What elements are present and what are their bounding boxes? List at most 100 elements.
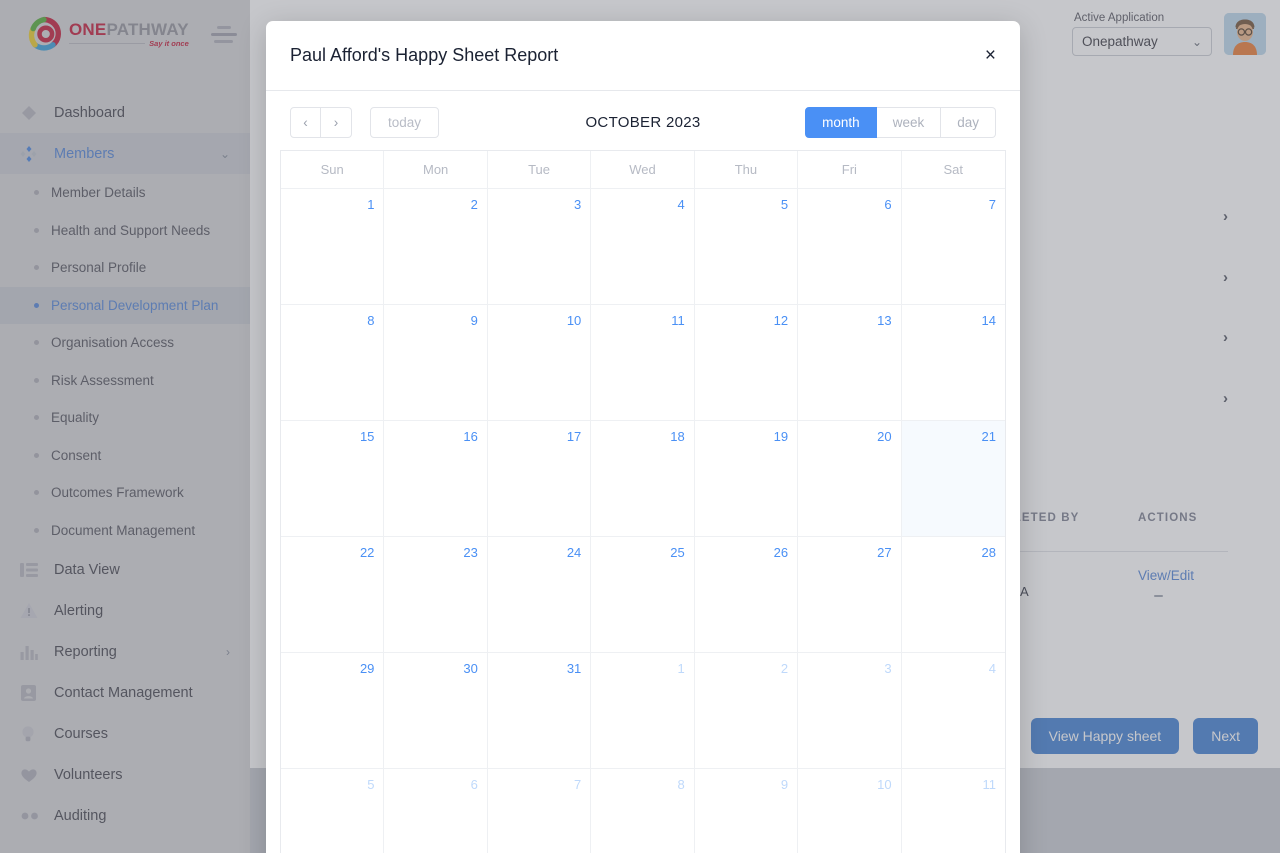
calendar-day-number: 14 xyxy=(981,313,996,328)
calendar-day-cell[interactable]: 15 xyxy=(281,421,385,536)
calendar-day-cell[interactable]: 2 xyxy=(695,653,799,768)
calendar-day-number: 4 xyxy=(988,661,996,676)
calendar-day-cell[interactable]: 5 xyxy=(281,769,385,853)
view-day-button[interactable]: day xyxy=(941,107,996,138)
calendar-day-cell[interactable]: 6 xyxy=(384,769,488,853)
day-header-wed: Wed xyxy=(591,151,695,188)
calendar-day-cell[interactable]: 12 xyxy=(695,305,799,420)
calendar-day-cell[interactable]: 3 xyxy=(798,653,902,768)
calendar-day-number: 7 xyxy=(988,197,996,212)
calendar-day-number: 13 xyxy=(877,313,892,328)
day-header-sat: Sat xyxy=(943,162,964,177)
calendar-day-number: 3 xyxy=(884,661,892,676)
calendar-day-number: 6 xyxy=(470,777,478,792)
calendar-day-number: 16 xyxy=(463,429,478,444)
calendar-day-cell[interactable]: 14 xyxy=(902,305,1005,420)
calendar-day-cell[interactable]: 18 xyxy=(591,421,695,536)
calendar-week-row: 8 9 10 11 12 13 14 xyxy=(281,304,1005,420)
calendar-day-cell[interactable]: 17 xyxy=(488,421,592,536)
calendar-day-number: 5 xyxy=(367,777,375,792)
calendar-day-cell[interactable]: 5 xyxy=(695,189,799,304)
day-header-tue: Tue xyxy=(488,151,592,188)
calendar-week-row: 29 30 31 1 2 3 4 xyxy=(281,652,1005,768)
modal-header: Paul Afford's Happy Sheet Report × xyxy=(266,21,1020,91)
calendar-day-number: 17 xyxy=(566,429,582,444)
calendar-day-cell[interactable]: 2 xyxy=(384,189,488,304)
calendar-day-number: 22 xyxy=(359,545,375,560)
calendar-day-number: 5 xyxy=(780,197,789,212)
calendar-day-number: 2 xyxy=(780,661,789,676)
calendar-day-number: 25 xyxy=(670,545,685,560)
calendar-day-cell[interactable]: 30 xyxy=(384,653,488,768)
calendar-day-cell[interactable]: 1 xyxy=(591,653,695,768)
calendar-day-cell[interactable]: 10 xyxy=(798,769,902,853)
calendar-day-number: 11 xyxy=(982,777,997,792)
calendar-day-cell[interactable]: 9 xyxy=(384,305,488,420)
calendar-day-number: 10 xyxy=(566,313,582,328)
calendar-day-cell[interactable]: 8 xyxy=(281,305,385,420)
calendar-weeks: 1 2 3 4 5 6 7 8 9 10 11 12 13 14 15 16 17 18 19 20 21 22 23 24 2… xyxy=(281,188,1005,853)
calendar-day-number: 15 xyxy=(359,429,375,444)
calendar-day-cell[interactable]: 27 xyxy=(798,537,902,652)
today-button[interactable]: today xyxy=(370,107,440,138)
calendar-day-cell[interactable]: 10 xyxy=(488,305,592,420)
calendar-day-cell[interactable]: 25 xyxy=(591,537,695,652)
calendar-day-cell[interactable]: 19 xyxy=(695,421,799,536)
calendar-day-number: 10 xyxy=(877,777,892,792)
calendar-day-number: 8 xyxy=(367,313,375,328)
modal-title: Paul Afford's Happy Sheet Report xyxy=(290,45,559,65)
calendar-day-cell[interactable]: 11 xyxy=(591,305,695,420)
calendar-day-cell[interactable]: 20 xyxy=(798,421,902,536)
calendar-day-number: 21 xyxy=(981,429,996,444)
view-month-button[interactable]: month xyxy=(805,107,877,138)
calendar-day-cell[interactable]: 7 xyxy=(488,769,592,853)
day-header-thu: Thu xyxy=(695,151,799,188)
calendar-day-number: 30 xyxy=(463,661,478,676)
calendar-day-number: 19 xyxy=(773,429,789,444)
view-week-button[interactable]: week xyxy=(876,107,942,138)
calendar-day-cell[interactable]: 26 xyxy=(695,537,799,652)
calendar-day-cell[interactable]: 11 xyxy=(902,769,1005,853)
day-header-fri: Fri xyxy=(798,151,902,188)
calendar-day-cell[interactable]: 6 xyxy=(798,189,902,304)
calendar-day-cell[interactable]: 4 xyxy=(591,189,695,304)
calendar-day-cell[interactable]: 1 xyxy=(281,189,385,304)
calendar-day-number: 9 xyxy=(780,777,789,792)
calendar-day-number: 8 xyxy=(677,777,685,792)
calendar-day-cell[interactable]: 13 xyxy=(798,305,902,420)
calendar-day-cell[interactable]: 7 xyxy=(902,189,1005,304)
calendar-day-cell[interactable]: 24 xyxy=(488,537,592,652)
calendar-week-row: 1 2 3 4 5 6 7 xyxy=(281,188,1005,304)
calendar-day-cell[interactable]: 31 xyxy=(488,653,592,768)
close-icon[interactable]: × xyxy=(985,46,996,65)
calendar-day-number: 3 xyxy=(574,197,582,212)
calendar-day-cell[interactable]: 23 xyxy=(384,537,488,652)
calendar-nav-group: ‹ › xyxy=(290,107,352,138)
calendar-day-cell[interactable]: 21 xyxy=(901,421,1005,536)
next-month-button[interactable]: › xyxy=(321,107,352,138)
calendar-day-headers: Sun Mon Tue Wed Thu Fri Sat xyxy=(281,151,1005,188)
calendar-day-number: 4 xyxy=(677,197,685,212)
screen: ONEPATHWAY Say it once Dashboard Members… xyxy=(0,0,1280,853)
calendar-grid: Sun Mon Tue Wed Thu Fri Sat 1 2 3 4 5 6 7 8 9 10 1… xyxy=(280,150,1006,853)
calendar-day-cell[interactable]: 8 xyxy=(591,769,695,853)
calendar-day-number: 9 xyxy=(470,313,478,328)
day-header-mon: Mon xyxy=(384,151,488,188)
calendar-day-cell[interactable]: 9 xyxy=(695,769,799,853)
calendar-day-cell[interactable]: 4 xyxy=(902,653,1005,768)
calendar-day-cell[interactable]: 29 xyxy=(281,653,385,768)
prev-month-button[interactable]: ‹ xyxy=(290,107,321,138)
calendar-day-number: 31 xyxy=(566,661,582,676)
calendar-day-number: 1 xyxy=(367,197,375,212)
calendar-week-row: 22 23 24 25 26 27 28 xyxy=(281,536,1005,652)
calendar-toolbar: ‹ › today OCTOBER 2023 month week day xyxy=(266,91,1020,150)
calendar-day-cell[interactable]: 16 xyxy=(384,421,488,536)
calendar-day-cell[interactable]: 28 xyxy=(902,537,1005,652)
calendar-day-number: 23 xyxy=(463,545,478,560)
calendar-week-row: 5 6 7 8 9 10 11 xyxy=(281,768,1005,853)
calendar-day-cell[interactable]: 22 xyxy=(281,537,385,652)
calendar-day-cell[interactable]: 3 xyxy=(488,189,592,304)
calendar-day-number: 11 xyxy=(671,313,685,328)
calendar-day-number: 20 xyxy=(877,429,892,444)
calendar-week-row: 15 16 17 18 19 20 21 xyxy=(281,420,1005,536)
